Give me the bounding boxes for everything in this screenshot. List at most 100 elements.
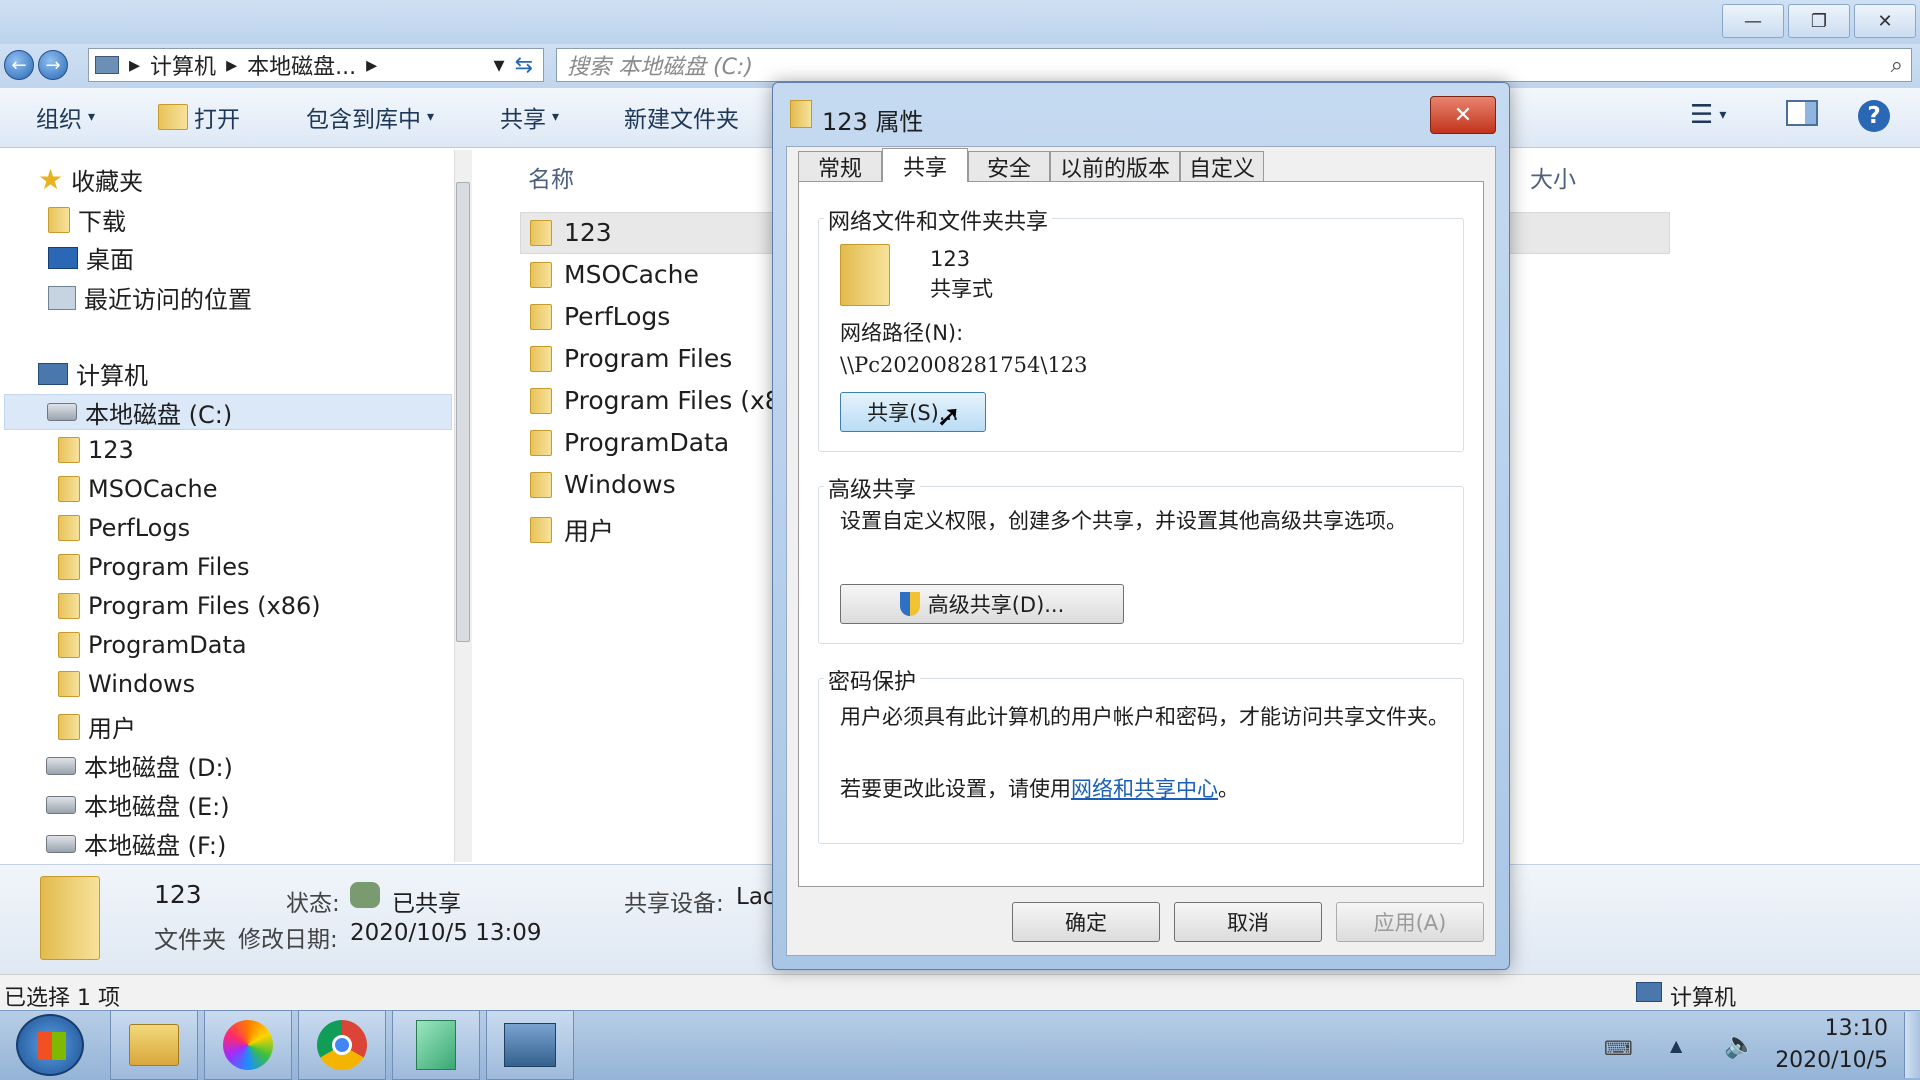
taskbar-chrome-button[interactable] bbox=[298, 1010, 386, 1080]
nav-drive-d[interactable]: 本地磁盘 (D:) bbox=[46, 748, 233, 783]
nav-folder-programdata[interactable]: ProgramData bbox=[58, 631, 247, 659]
details-type: 文件夹 bbox=[154, 926, 226, 954]
nav-favorites[interactable]: ★ 收藏夹 bbox=[38, 162, 143, 197]
forward-button[interactable]: → bbox=[38, 50, 68, 80]
share-label: 共享 bbox=[500, 107, 546, 133]
folder-icon bbox=[530, 517, 552, 543]
nav-label: 收藏夹 bbox=[71, 168, 144, 196]
nav-folder-program-files[interactable]: Program Files bbox=[58, 553, 250, 581]
start-button[interactable] bbox=[16, 1014, 84, 1076]
include-library-button[interactable]: 包含到库中 ▾ bbox=[306, 100, 434, 134]
breadcrumb-drive[interactable]: 本地磁盘... bbox=[247, 49, 356, 81]
close-window-button[interactable]: ✕ bbox=[1854, 4, 1916, 38]
file-name: ProgramData bbox=[564, 428, 730, 457]
recent-places-icon bbox=[48, 285, 76, 310]
tab-customize[interactable]: 自定义 bbox=[1180, 151, 1264, 182]
open-button[interactable]: 打开 bbox=[158, 100, 240, 134]
help-button[interactable]: ? bbox=[1858, 100, 1890, 132]
back-button[interactable]: ← bbox=[4, 50, 34, 80]
nav-folder-program-files-x86[interactable]: Program Files (x86) bbox=[58, 592, 321, 620]
nav-computer[interactable]: 计算机 bbox=[38, 356, 148, 391]
advanced-sharing-button[interactable]: 高级共享(D)... bbox=[840, 584, 1124, 624]
dropdown-arrow-icon: ▾ bbox=[88, 109, 96, 125]
nav-label: 本地磁盘 (D:) bbox=[84, 754, 233, 782]
tab-previous-versions[interactable]: 以前的版本 bbox=[1050, 151, 1180, 182]
nav-folder-123[interactable]: 123 bbox=[58, 436, 134, 464]
show-desktop-button[interactable] bbox=[1904, 1012, 1920, 1078]
column-header-name[interactable]: 名称 bbox=[528, 160, 574, 194]
details-state-value: 已共享 bbox=[392, 891, 461, 917]
taskbar-computer-button[interactable] bbox=[486, 1010, 574, 1080]
share-button[interactable]: 共享 ▾ bbox=[500, 100, 559, 134]
restore-button[interactable]: ❐ bbox=[1788, 4, 1850, 38]
nav-drive-c[interactable]: 本地磁盘 (C:) bbox=[4, 394, 452, 430]
computer-icon bbox=[504, 1023, 556, 1067]
nav-desktop[interactable]: 桌面 bbox=[48, 240, 134, 275]
nav-drive-e[interactable]: 本地磁盘 (E:) bbox=[46, 787, 230, 822]
password-change-text: 若要更改此设置，请使用网络和共享中心。 bbox=[840, 776, 1239, 802]
keyboard-icon[interactable]: ⌨ bbox=[1604, 1036, 1633, 1060]
apply-button[interactable]: 应用(A) bbox=[1336, 902, 1484, 942]
file-name: 用户 bbox=[564, 517, 615, 546]
dialog-close-button[interactable]: ✕ bbox=[1430, 96, 1496, 134]
nav-folder-msocache[interactable]: MSOCache bbox=[58, 475, 217, 503]
change-suffix: 。 bbox=[1218, 777, 1239, 801]
share-dialog-button[interactable]: 共享(S)... bbox=[840, 392, 986, 432]
clock-date[interactable]: 2020/10/5 bbox=[1758, 1048, 1888, 1073]
search-input[interactable]: 搜索 本地磁盘 (C:) ⌕ bbox=[556, 48, 1912, 82]
refresh-icon[interactable]: ⇆ bbox=[515, 53, 533, 78]
show-hidden-icons-icon[interactable]: ▲ bbox=[1670, 1036, 1682, 1055]
status-selected: 已选择 1 项 bbox=[4, 986, 120, 1011]
restore-icon: ❐ bbox=[1810, 10, 1828, 32]
address-dropdown-icon[interactable]: ▾ bbox=[494, 53, 505, 78]
file-row[interactable]: PerfLogs bbox=[530, 302, 670, 331]
tab-general[interactable]: 常规 bbox=[798, 151, 882, 182]
column-header-size[interactable]: 大小 bbox=[1530, 160, 1576, 194]
clock-time[interactable]: 13:10 bbox=[1778, 1016, 1888, 1041]
file-row[interactable]: Program Files (x86 bbox=[530, 386, 797, 415]
nav-scrollbar-thumb[interactable] bbox=[456, 182, 470, 642]
network-sharing-center-link[interactable]: 网络和共享中心 bbox=[1071, 777, 1218, 801]
open-label: 打开 bbox=[194, 107, 240, 133]
breadcrumb-separator-icon: ▸ bbox=[366, 52, 378, 78]
taskbar-explorer-button[interactable] bbox=[110, 1010, 198, 1080]
minimize-button[interactable]: — bbox=[1722, 4, 1784, 38]
file-row[interactable]: MSOCache bbox=[530, 260, 699, 289]
taskbar-notepad-button[interactable] bbox=[392, 1010, 480, 1080]
search-icon[interactable]: ⌕ bbox=[1891, 53, 1903, 78]
file-row[interactable]: 用户 bbox=[530, 512, 614, 548]
taskbar-app-button[interactable] bbox=[204, 1010, 292, 1080]
address-bar[interactable]: ▸ 计算机 ▸ 本地磁盘... ▸ ▾ ⇆ bbox=[88, 48, 544, 82]
nav-folder-windows[interactable]: Windows bbox=[58, 670, 195, 698]
network-path-value: \\Pc202008281754\123 bbox=[840, 353, 1088, 377]
nav-folder-users[interactable]: 用户 bbox=[58, 709, 136, 744]
nav-drive-f[interactable]: 本地磁盘 (F:) bbox=[46, 826, 226, 861]
nav-label: MSOCache bbox=[88, 475, 218, 503]
breadcrumb-computer[interactable]: 计算机 bbox=[150, 49, 216, 81]
organize-label: 组织 bbox=[36, 107, 82, 133]
cancel-button[interactable]: 取消 bbox=[1174, 902, 1322, 942]
organize-button[interactable]: 组织 ▾ bbox=[36, 100, 95, 134]
title-bar bbox=[0, 0, 1920, 44]
preview-pane-button[interactable] bbox=[1786, 100, 1818, 126]
nav-downloads[interactable]: 下载 bbox=[48, 202, 126, 237]
file-row[interactable]: Program Files bbox=[530, 344, 732, 373]
new-folder-button[interactable]: 新建文件夹 bbox=[624, 100, 739, 134]
file-name: 123 bbox=[564, 218, 612, 247]
file-row[interactable]: Windows bbox=[530, 470, 676, 499]
forward-arrow-icon: → bbox=[45, 54, 61, 76]
ok-button[interactable]: 确定 bbox=[1012, 902, 1160, 942]
tab-sharing[interactable]: 共享 bbox=[882, 148, 968, 182]
volume-icon[interactable]: 🔈 bbox=[1724, 1030, 1756, 1060]
tab-security[interactable]: 安全 bbox=[968, 151, 1050, 182]
nav-recent[interactable]: 最近访问的位置 bbox=[48, 280, 252, 315]
include-label: 包含到库中 bbox=[306, 107, 421, 133]
file-row[interactable]: 123 bbox=[530, 218, 612, 247]
nav-label: 本地磁盘 (F:) bbox=[84, 832, 227, 860]
nav-folder-perflogs[interactable]: PerfLogs bbox=[58, 514, 190, 542]
colorful-app-icon bbox=[223, 1020, 273, 1070]
view-options-button[interactable]: ☰ ▾ bbox=[1690, 100, 1726, 130]
file-name: Program Files bbox=[564, 344, 733, 373]
advanced-group-label: 高级共享 bbox=[824, 472, 921, 504]
file-row[interactable]: ProgramData bbox=[530, 428, 729, 457]
